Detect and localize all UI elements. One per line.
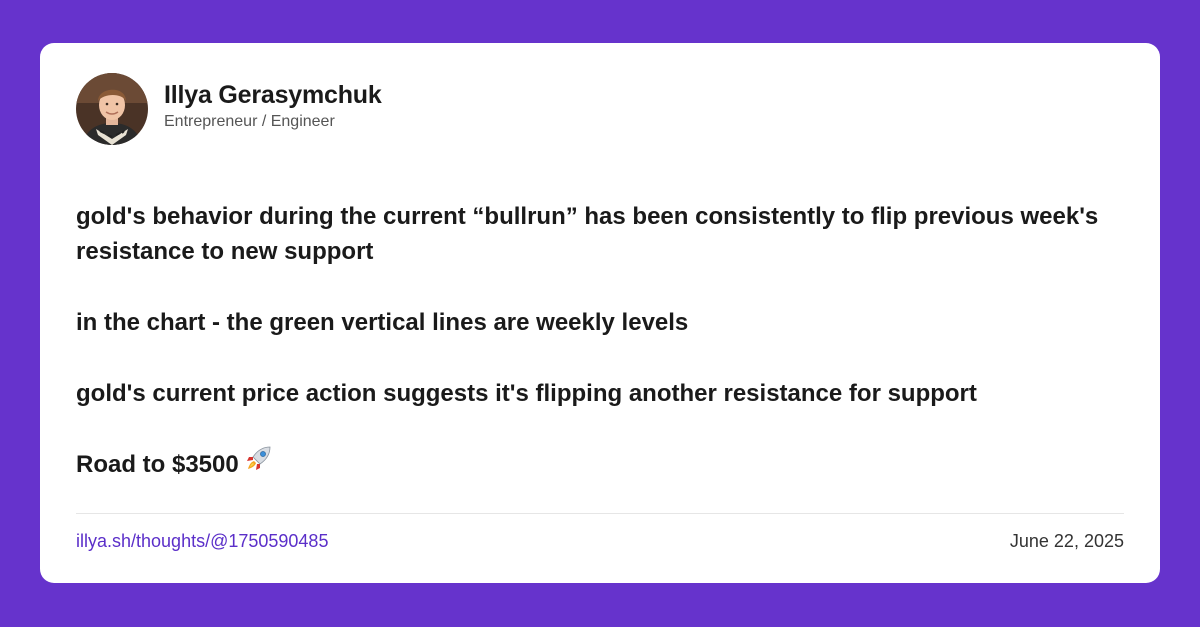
post-paragraph: gold's current price action suggests it'… (76, 380, 977, 407)
post-card: Illya Gerasymchuk Entrepreneur / Enginee… (40, 43, 1160, 583)
post-body: gold's behavior during the current “bull… (76, 199, 1116, 482)
post-paragraph: in the chart - the green vertical lines … (76, 309, 689, 336)
post-paragraph-text: Road to $3500 (76, 451, 239, 478)
footer-divider (76, 513, 1124, 514)
post-date: June 22, 2025 (1009, 531, 1124, 551)
author-title: Entrepreneur / Engineer (164, 113, 335, 130)
post-paragraph: gold's behavior during the current “bull… (76, 203, 1099, 265)
rocket-icon (245, 444, 273, 482)
author-name[interactable]: Illya Gerasymchuk (164, 80, 382, 110)
avatar[interactable] (76, 73, 148, 145)
author-info: Illya Gerasymchuk Entrepreneur / Enginee… (164, 80, 382, 132)
post-header: Illya Gerasymchuk Entrepreneur / Enginee… (76, 73, 382, 145)
post-paragraph-last: Road to $3500 (76, 444, 1116, 482)
permalink[interactable]: illya.sh/thoughts/@1750590485 (76, 530, 328, 552)
avatar-portrait-icon (76, 73, 148, 145)
